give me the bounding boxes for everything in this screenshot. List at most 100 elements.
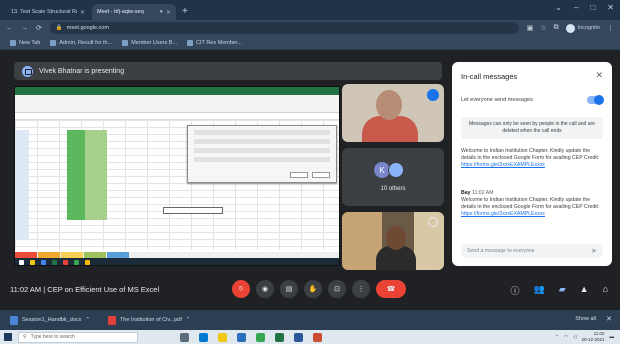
speaking-indicator-icon [427,89,439,101]
extensions-icon[interactable]: ⧉ [554,24,559,32]
search-icon: ⚲ [23,334,27,340]
camera-indicator-icon[interactable]: ▣ [527,24,534,32]
participant-tile-presenter[interactable] [342,84,444,142]
bookmark-item[interactable]: Admin, Result for th... [50,39,112,46]
bookmark-item[interactable]: Member Users B... [122,39,177,46]
more-options-button[interactable]: ⋮ [352,280,370,298]
dialog-ok-button[interactable] [290,172,308,178]
participant-video [376,90,402,120]
tab-title: 13. Test Scale Structural Research [11,9,77,15]
taskbar-apps [180,332,322,342]
side-controls: ⓘ 👥 ▰ ▲ ⌂ [510,284,608,297]
bookmark-item[interactable]: New Tab [10,39,40,46]
volume-icon[interactable]: ◁ [573,334,576,340]
url-field[interactable]: 🔒 meet.google.com [49,22,519,34]
taskbar-search[interactable]: ⚲ Type here to search [18,331,138,343]
bookmark-item[interactable]: CIT Res Member... [187,39,242,46]
participant-tile-others[interactable]: K 10 others [342,148,444,206]
profile-label: Incognito [577,25,600,31]
raise-hand-button[interactable]: ✋ [304,280,322,298]
browser-tab-1[interactable]: 13. Test Scale Structural Research ✕ [6,4,90,20]
clock-date: 20-12-2021 [581,336,605,342]
camera-button[interactable]: ◉ [256,280,274,298]
present-screen-icon [22,65,33,77]
downloads-bar: Session1_Handbk_docx ⌃ The Institution o… [0,310,620,330]
allow-messages-toggle[interactable] [587,95,604,105]
windows-start-icon[interactable] [4,333,12,341]
chevron-up-icon[interactable]: ⌃ [85,317,90,323]
word-icon[interactable] [294,332,303,342]
back-icon[interactable]: ← [6,25,13,32]
message-input[interactable]: Send a message to everyone ➤ [461,244,603,258]
shared-screen[interactable] [14,86,340,266]
wifi-icon[interactable]: ◠ [564,334,568,340]
notifications-icon[interactable]: ▬ [610,334,615,339]
excel-dialog[interactable] [187,125,337,183]
powerpoint-icon[interactable] [313,332,322,342]
screen-root: 13. Test Scale Structural Research ✕ Mee… [0,0,620,344]
lock-icon[interactable]: ⌂ [603,284,608,297]
message-link[interactable]: https://forms.gle/2xxxEXAMPLExxxx [461,211,545,217]
chat-icon[interactable]: ▰ [559,284,566,297]
message-link[interactable]: https://forms.gle/2xxxEXAMPLExxxx [461,162,545,168]
present-button[interactable]: ⊡ [328,280,346,298]
info-icon[interactable]: ⓘ [510,284,519,297]
browser-tab-2[interactable]: Meet - bfj-aqiw-seq ● ✕ [92,4,176,20]
excel-ribbon [15,95,339,113]
people-icon[interactable]: 👥 [534,284,545,297]
close-icon[interactable]: ✕ [595,70,603,81]
excel-highlight-column [67,130,85,220]
reload-icon[interactable]: ⟳ [36,24,42,32]
captions-button[interactable]: ▤ [280,280,298,298]
edge-icon[interactable] [199,332,208,342]
excel-formula-bar [15,113,339,120]
chat-message: Bay 11:02 AM Welcome to Indian Instituti… [461,190,603,218]
clock[interactable]: 11:02 20-12-2021 [581,331,604,342]
file-explorer-icon[interactable] [218,332,227,342]
end-call-button[interactable]: ☎ [376,280,406,298]
task-view-icon[interactable] [180,332,189,342]
maximize-icon[interactable]: □ [590,3,595,12]
search-placeholder: Type here to search [30,334,75,340]
allow-messages-row: Let everyone send messages [461,95,604,105]
close-icon[interactable]: ✕ [606,315,612,323]
minimize-icon[interactable]: – [574,3,578,12]
new-tab-icon[interactable]: + [182,4,188,20]
app-icon [30,260,35,265]
bookmark-icon [10,39,16,46]
message-text: Welcome to Indian Institution Chapter. K… [461,197,600,210]
participant-video [386,226,406,250]
mic-off-icon: ⦸ [238,285,244,292]
dialog-row [194,148,330,153]
app-icon [74,260,79,265]
profile-button[interactable]: Incognito [565,23,600,33]
close-window-icon[interactable]: ✕ [607,3,614,12]
system-tray: ⌃ ◠ ◁ 11:02 20-12-2021 ▬ [555,331,614,342]
close-tab-icon[interactable]: ✕ [80,9,85,16]
dialog-cancel-button[interactable] [312,172,330,178]
more-options-icon[interactable] [428,217,438,227]
presenter-taskbar [15,258,339,265]
participant-tile-self[interactable] [342,212,444,270]
store-icon[interactable] [237,332,246,342]
menu-icon[interactable]: ⋮ [607,24,614,32]
dialog-row [194,157,330,162]
chevron-down-icon[interactable]: ⌄ [555,3,562,12]
forward-icon[interactable]: → [21,25,28,32]
tray-up-icon[interactable]: ⌃ [555,334,559,340]
meeting-name: CEP on Efficient Use of MS Excel [47,285,160,294]
download-item[interactable]: Session1_Handbk_docx ⌃ [10,315,90,325]
chrome-icon[interactable] [256,332,265,342]
send-icon[interactable]: ➤ [591,247,597,255]
close-tab-icon[interactable]: ✕ [166,9,171,16]
microphone-off-button[interactable]: ⦸ [232,280,250,298]
app-icon [85,260,90,265]
bookmarks-bar: New Tab Admin, Result for th... Member U… [0,36,620,50]
download-item[interactable]: The Institution of Civ...pdf ⌃ [107,315,191,325]
excel-icon[interactable] [275,332,284,342]
star-icon[interactable]: ☆ [540,24,546,32]
activities-icon[interactable]: ▲ [580,284,589,297]
present-icon: ⊡ [334,286,340,293]
chevron-up-icon[interactable]: ⌃ [186,317,191,323]
show-all-button[interactable]: Show all [575,316,596,322]
